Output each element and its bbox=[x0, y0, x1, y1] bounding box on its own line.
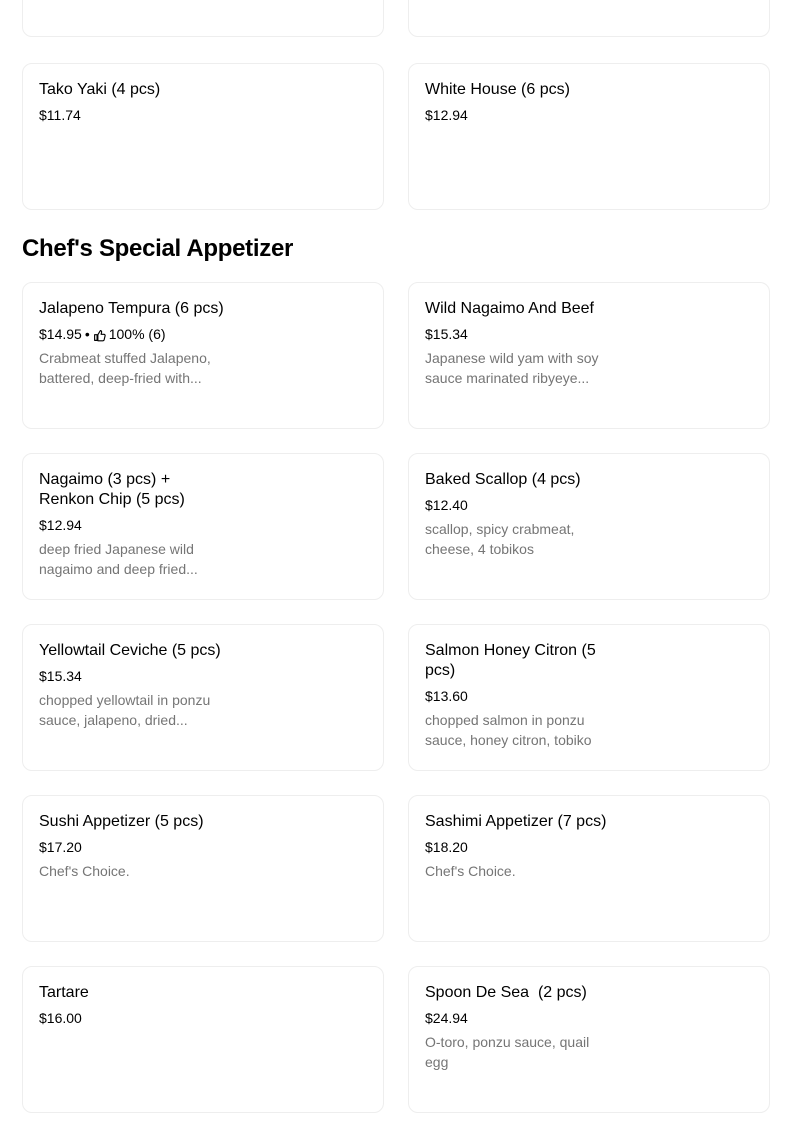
item-name: Baked Scallop (4 pcs) bbox=[425, 471, 581, 488]
item-price-line: $15.34 bbox=[39, 666, 225, 686]
item-description: O-toro, ponzu sauce, quail egg bbox=[425, 1034, 590, 1070]
item-price: $12.94 bbox=[425, 107, 468, 123]
menu-item-card-baked-scallop[interactable]: Baked Scallop (4 pcs) $12.40 scallop, sp… bbox=[408, 453, 770, 600]
item-name: Nagaimo (3 pcs) + Renkon Chip (5 pcs) bbox=[39, 471, 185, 508]
menu-item-card-jalapeno-tempura[interactable]: Jalapeno Tempura (6 pcs) $14.95 • 100% (… bbox=[22, 282, 384, 429]
item-description: Chef's Choice. bbox=[39, 863, 130, 879]
thumbs-up-icon bbox=[93, 324, 106, 344]
item-price-line: $15.34 bbox=[425, 324, 611, 344]
item-price: $12.94 bbox=[39, 517, 82, 533]
item-description: Chef's Choice. bbox=[425, 863, 516, 879]
menu-item-card-nagaimo-renkon[interactable]: Nagaimo (3 pcs) + Renkon Chip (5 pcs) $1… bbox=[22, 453, 384, 600]
item-price: $24.94 bbox=[425, 1010, 468, 1026]
menu-item-card-spoon-de-sea[interactable]: Spoon De Sea (2 pcs) $24.94 O-toro, ponz… bbox=[408, 966, 770, 1113]
item-price: $15.34 bbox=[39, 668, 82, 684]
item-description: Japanese wild yam with soy sauce marinat… bbox=[425, 350, 599, 386]
item-price-line: $18.20 bbox=[425, 837, 611, 857]
menu-item-card-salmon-honey-citron[interactable]: Salmon Honey Citron (5 pcs) $13.60 chopp… bbox=[408, 624, 770, 771]
item-name: Sashimi Appetizer (7 pcs) bbox=[425, 813, 607, 830]
item-name: Spoon De Sea (2 pcs) bbox=[425, 984, 587, 1001]
item-name: Tako Yaki (4 pcs) bbox=[39, 81, 161, 98]
item-price: $16.00 bbox=[39, 1010, 82, 1026]
menu-item-card-sashimi-appetizer[interactable]: Sashimi Appetizer (7 pcs) $18.20 Chef's … bbox=[408, 795, 770, 942]
item-description: deep fried Japanese wild nagaimo and dee… bbox=[39, 541, 198, 577]
item-price-line: $11.74 bbox=[39, 105, 225, 125]
item-name: Yellowtail Ceviche (5 pcs) bbox=[39, 642, 221, 659]
item-price-line: $13.60 bbox=[425, 686, 611, 706]
menu-item-card-tako-yaki[interactable]: Tako Yaki (4 pcs) $11.74 bbox=[22, 63, 384, 210]
item-name: Salmon Honey Citron (5 pcs) bbox=[425, 642, 596, 679]
item-price-line: $16.00 bbox=[39, 1008, 225, 1028]
item-price: $15.34 bbox=[425, 326, 468, 342]
menu-item-card-yellowtail-ceviche[interactable]: Yellowtail Ceviche (5 pcs) $15.34 choppe… bbox=[22, 624, 384, 771]
item-name: Wild Nagaimo And Beef bbox=[425, 300, 594, 317]
item-price-line: $14.95 • 100% (6) bbox=[39, 324, 225, 344]
menu-item-card-sushi-appetizer[interactable]: Sushi Appetizer (5 pcs) $17.20 Chef's Ch… bbox=[22, 795, 384, 942]
item-name: White House (6 pcs) bbox=[425, 81, 570, 98]
item-price-line: $12.94 bbox=[39, 515, 225, 535]
separator: • bbox=[84, 326, 90, 342]
section-title: Chef's Special Appetizer bbox=[22, 235, 294, 262]
item-price-line: $12.40 bbox=[425, 495, 611, 515]
item-price-line: $12.94 bbox=[425, 105, 611, 125]
menu-item-card-white-house[interactable]: White House (6 pcs) $12.94 bbox=[408, 63, 770, 210]
item-price: $17.20 bbox=[39, 839, 82, 855]
item-name: Sushi Appetizer (5 pcs) bbox=[39, 813, 204, 830]
item-description: scallop, spicy crabmeat, cheese, 4 tobik… bbox=[425, 521, 575, 557]
menu-item-card-tartare[interactable]: Tartare $16.00 bbox=[22, 966, 384, 1113]
item-price-line: $17.20 bbox=[39, 837, 225, 857]
item-rating: 100% (6) bbox=[108, 326, 166, 342]
item-description: chopped salmon in ponzu sauce, honey cit… bbox=[425, 712, 592, 748]
menu-item-card[interactable] bbox=[22, 0, 384, 37]
item-price: $13.60 bbox=[425, 688, 468, 704]
item-price: $12.40 bbox=[425, 497, 468, 513]
item-description: Crabmeat stuffed Jalapeno, battered, dee… bbox=[39, 350, 211, 386]
item-price: $14.95 bbox=[39, 326, 82, 342]
item-price: $11.74 bbox=[39, 107, 81, 123]
item-description: chopped yellowtail in ponzu sauce, jalap… bbox=[39, 692, 211, 728]
item-price: $18.20 bbox=[425, 839, 468, 855]
item-price-line: $24.94 bbox=[425, 1008, 611, 1028]
menu-item-card-wild-nagaimo-beef[interactable]: Wild Nagaimo And Beef $15.34 Japanese wi… bbox=[408, 282, 770, 429]
item-name: Tartare bbox=[39, 984, 89, 1001]
menu-item-card[interactable] bbox=[408, 0, 770, 37]
item-name: Jalapeno Tempura (6 pcs) bbox=[39, 300, 224, 317]
